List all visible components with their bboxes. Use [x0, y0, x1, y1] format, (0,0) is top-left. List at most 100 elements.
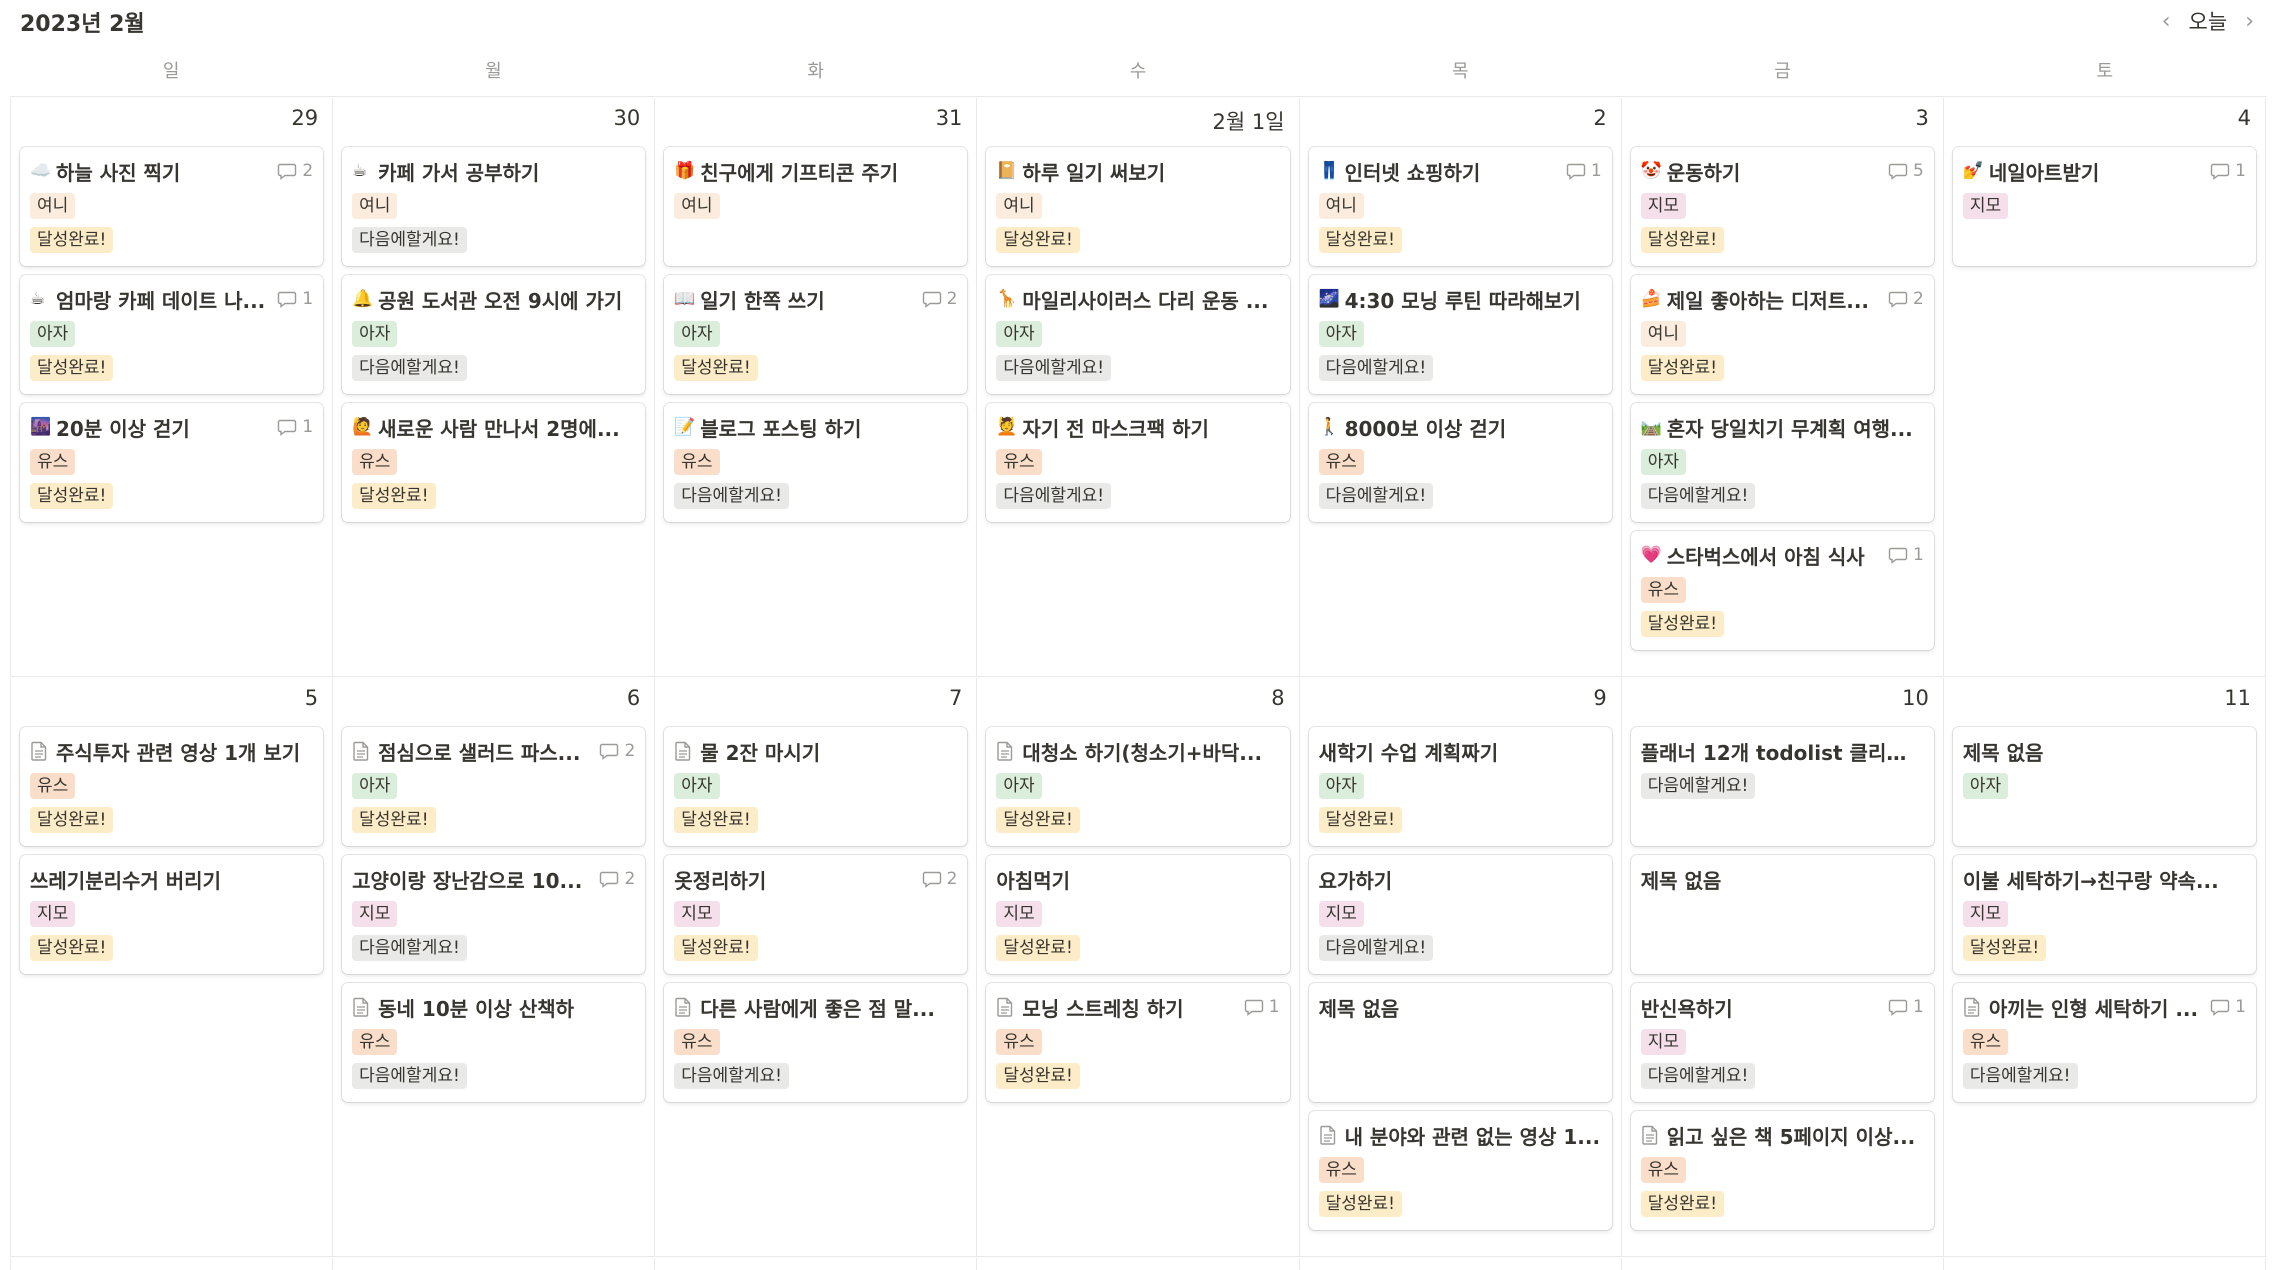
calendar-day-cell[interactable]: [976, 1258, 1298, 1270]
comment-count[interactable]: 1: [277, 417, 313, 437]
card-title-row: 고양이랑 장난감으로 10... 2: [352, 865, 635, 893]
calendar-day-cell[interactable]: [10, 1258, 332, 1270]
event-card[interactable]: 🦒 마일리사이러스 다리 운동 ... 아자 다음에할게요!: [986, 275, 1290, 394]
calendar-day-cell[interactable]: 2 👖 인터넷 쇼핑하기 1 여니 달성완료! 🌌 4:30 모닝 루틴 따라해보기 아자 다음에…: [1298, 98, 1621, 676]
event-card[interactable]: 고양이랑 장난감으로 10... 2 지모 다음에할게요!: [342, 855, 646, 974]
event-card[interactable]: ☕ 카페 가서 공부하기 여니 다음에할게요!: [342, 147, 646, 266]
event-card[interactable]: 🌆 20분 이상 걷기 1 유스 달성완료!: [20, 403, 324, 522]
event-card[interactable]: 다른 사람에게 좋은 점 말... 유스 다음에할게요!: [664, 983, 968, 1102]
event-card[interactable]: 대청소 하기(청소기+바닥... 아자 달성완료!: [986, 727, 1290, 846]
comment-count[interactable]: 1: [1244, 997, 1280, 1017]
comment-count[interactable]: 1: [1888, 997, 1924, 1017]
chevron-right-icon[interactable]: ›: [2245, 9, 2254, 34]
calendar-day-cell[interactable]: [1298, 1258, 1621, 1270]
calendar-day-cell[interactable]: 4 💅 네일아트받기 1 지모: [1942, 98, 2266, 676]
event-card[interactable]: 🌌 4:30 모닝 루틴 따라해보기 아자 다음에할게요!: [1308, 275, 1612, 394]
calendar-day-cell[interactable]: 8 대청소 하기(청소기+바닥... 아자 달성완료! 아침먹기 지모 달성완료! 모닝 스트…: [976, 678, 1298, 1256]
event-card[interactable]: 아침먹기 지모 달성완료!: [986, 855, 1290, 974]
event-card[interactable]: 내 분야와 관련 없는 영상 1... 유스 달성완료!: [1308, 1111, 1612, 1230]
comment-count[interactable]: 2: [599, 741, 635, 761]
comment-count[interactable]: 1: [2210, 997, 2246, 1017]
event-card[interactable]: 아끼는 인형 세탁하기 ... 1 유스 다음에할게요!: [1952, 983, 2256, 1102]
event-card[interactable]: 💅 네일아트받기 1 지모: [1952, 147, 2256, 266]
event-card[interactable]: 💗 스타벅스에서 아침 식사 1 유스 달성완료!: [1630, 531, 1934, 650]
event-card[interactable]: 🍰 제일 좋아하는 디저트... 2 여니 달성완료!: [1630, 275, 1934, 394]
event-card[interactable]: 🔔 공원 도서관 오전 9시에 가기 아자 다음에할게요!: [342, 275, 646, 394]
event-card[interactable]: 🛤️ 혼자 당일치기 무계획 여행... 아자 다음에할게요!: [1630, 403, 1934, 522]
card-title: 반신욕하기: [1640, 996, 1733, 1021]
today-button[interactable]: 오늘: [2189, 6, 2228, 36]
event-card[interactable]: 점심으로 샐러드 파스... 2 아자 달성완료!: [342, 727, 646, 846]
card-title-row: 반신욕하기 1: [1641, 993, 1924, 1021]
event-card[interactable]: 📔 하루 일기 써보기 여니 달성완료!: [986, 147, 1290, 266]
calendar-day-cell[interactable]: 30 ☕ 카페 가서 공부하기 여니 다음에할게요! 🔔 공원 도서관 오전 9시에 가기 아…: [332, 98, 654, 676]
comment-count-number: 2: [946, 869, 958, 889]
event-card[interactable]: 주식투자 관련 영상 1개 보기 유스 달성완료!: [20, 727, 324, 846]
comment-count[interactable]: 2: [1888, 289, 1924, 309]
event-card[interactable]: 제목 없음 아자: [1952, 727, 2256, 846]
event-card[interactable]: 요가하기 지모 다음에할게요!: [1308, 855, 1612, 974]
person-tag: 유스: [1318, 1157, 1364, 1183]
comment-count[interactable]: 2: [922, 289, 957, 309]
event-card[interactable]: 🎁 친구에게 기프티콘 주기 여니: [664, 147, 968, 266]
calendar-day-cell[interactable]: [1942, 1258, 2266, 1270]
tag-row: 다음에할게요!: [352, 927, 635, 961]
comment-count[interactable]: 1: [277, 289, 313, 309]
event-card[interactable]: 옷정리하기 2 지모 달성완료!: [664, 855, 968, 974]
tag-row: 다음에할게요!: [996, 347, 1279, 381]
card-title: 제목 없음: [1318, 996, 1400, 1021]
event-card[interactable]: 🚶 8000보 이상 걷기 유스 다음에할게요!: [1308, 403, 1612, 522]
event-card[interactable]: 모닝 스트레칭 하기 1 유스 달성완료!: [986, 983, 1290, 1102]
event-card[interactable]: 동네 10분 이상 산책하 유스 다음에할게요!: [342, 983, 646, 1102]
event-card[interactable]: 💆 자기 전 마스크팩 하기 유스 다음에할게요!: [986, 403, 1290, 522]
calendar-day-cell[interactable]: 29 ☁️ 하늘 사진 찍기 2 여니 달성완료! ☕ 엄마랑 카페 데이트 나... 1 아자 달…: [10, 98, 332, 676]
comment-count[interactable]: 2: [922, 869, 958, 889]
tag-row: 아자: [674, 313, 957, 347]
calendar-day-cell[interactable]: 6 점심으로 샐러드 파스... 2 아자 달성완료! 고양이랑 장난감으로 10... 2…: [332, 678, 654, 1256]
chevron-left-icon[interactable]: ‹: [2162, 9, 2171, 34]
calendar-day-cell[interactable]: 7물 2잔 마시기 아자 달성완료! 옷정리하기 2 지모 달성완료! 다른 사람에게 좋은 …: [654, 678, 976, 1256]
event-card[interactable]: 읽고 싶은 책 5페이지 이상... 유스 달성완료!: [1630, 1111, 1934, 1230]
event-card[interactable]: 새학기 수업 계획짜기 아자 달성완료!: [1308, 727, 1612, 846]
calendar-day-cell[interactable]: 11 제목 없음 아자 이불 세탁하기→친구랑 약속... 지모 달성완료! 아끼는 인형 …: [1942, 678, 2266, 1256]
event-card[interactable]: 이불 세탁하기→친구랑 약속... 지모 달성완료!: [1952, 855, 2256, 974]
event-card[interactable]: ☁️ 하늘 사진 찍기 2 여니 달성완료!: [20, 147, 324, 266]
comment-count[interactable]: 2: [599, 869, 635, 889]
event-card[interactable]: 제목 없음: [1630, 855, 1934, 974]
tag-row: 달성완료!: [1640, 347, 1924, 381]
calendar-day-cell[interactable]: 10 플래너 12개 todolist 클리어... 다음에할게요! 제목 없음반신욕…: [1620, 678, 1943, 1256]
comment-count[interactable]: 2: [277, 161, 313, 181]
comment-count[interactable]: 1: [1566, 161, 1602, 181]
calendar-day-cell[interactable]: [654, 1258, 976, 1270]
card-title-row: ☁️ 하늘 사진 찍기 2: [30, 157, 313, 185]
calendar-day-cell[interactable]: [1620, 1258, 1943, 1270]
page-icon: [352, 741, 370, 761]
event-card[interactable]: 제목 없음: [1308, 983, 1612, 1102]
comment-icon: [277, 418, 297, 436]
event-card[interactable]: 쓰레기분리수거 버리기 지모 달성완료!: [20, 855, 324, 974]
calendar-day-cell[interactable]: 3 🤡 운동하기 5 지모 달성완료! 🍰 제일 좋아하는 디저트... 2 여니 달성완료! 🛤️ 혼…: [1620, 98, 1943, 676]
person-tag: 아자: [30, 321, 76, 347]
person-tag: 아자: [1640, 449, 1686, 475]
event-card[interactable]: 플래너 12개 todolist 클리어... 다음에할게요!: [1630, 727, 1934, 846]
comment-count[interactable]: 5: [1888, 161, 1924, 181]
event-card[interactable]: ☕ 엄마랑 카페 데이트 나... 1 아자 달성완료!: [20, 275, 324, 394]
event-card[interactable]: 👖 인터넷 쇼핑하기 1 여니 달성완료!: [1308, 147, 1612, 266]
weekday-thu: 목: [1451, 61, 1469, 82]
event-card[interactable]: 📖 일기 한쪽 쓰기 2 아자 달성완료!: [664, 275, 968, 394]
card-title-row: ☕ 엄마랑 카페 데이트 나... 1: [30, 285, 313, 313]
calendar-day-cell[interactable]: [332, 1258, 654, 1270]
calendar-day-cell[interactable]: 2월 1일 📔 하루 일기 써보기 여니 달성완료! 🦒 마일리사이러스 다리 운동 ...…: [976, 98, 1298, 676]
comment-count[interactable]: 1: [1888, 545, 1924, 565]
calendar-day-cell[interactable]: 5 주식투자 관련 영상 1개 보기 유스 달성완료! 쓰레기분리수거 버리기 지모 달성완…: [10, 678, 332, 1256]
event-card[interactable]: 반신욕하기 1 지모 다음에할게요!: [1630, 983, 1934, 1102]
comment-count[interactable]: 1: [2210, 161, 2246, 181]
event-card[interactable]: 물 2잔 마시기 아자 달성완료!: [664, 727, 968, 846]
calendar-day-cell[interactable]: 9 새학기 수업 계획짜기 아자 달성완료! 요가하기 지모 다음에할게요! 제목 없음 내 분…: [1298, 678, 1621, 1256]
calendar-day-cell[interactable]: 31 🎁 친구에게 기프티콘 주기 여니 📖 일기 한쪽 쓰기 2 아자 달성완료! 📝 블로그 포…: [654, 98, 976, 676]
day-number: 10: [1902, 686, 1929, 710]
event-card[interactable]: 📝 블로그 포스팅 하기 유스 다음에할게요!: [664, 403, 968, 522]
card-title-row: 🌆 20분 이상 걷기 1: [30, 413, 313, 441]
event-card[interactable]: 🤡 운동하기 5 지모 달성완료!: [1630, 147, 1934, 266]
event-card[interactable]: 🙋 새로운 사람 만나서 2명에... 유스 달성완료!: [342, 403, 646, 522]
